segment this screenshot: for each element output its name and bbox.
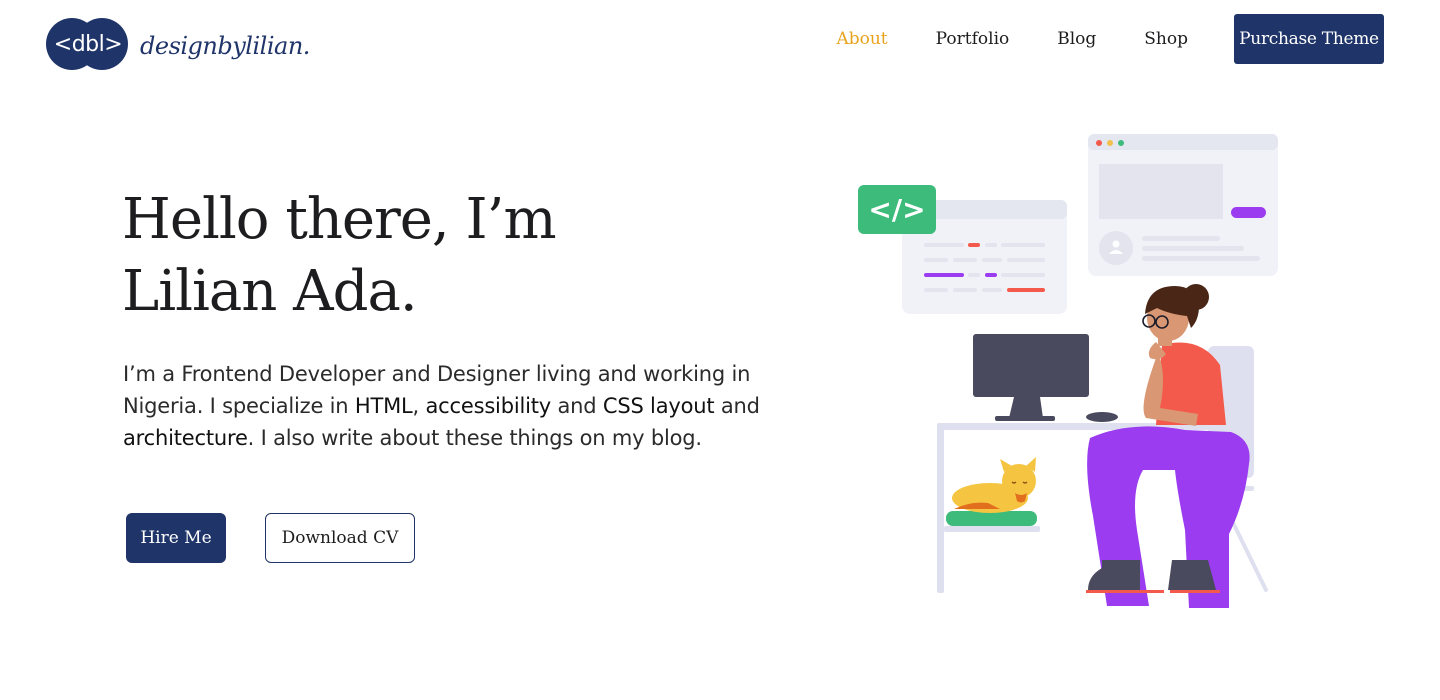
intro-highlight-architecture: architecture: [123, 426, 248, 450]
hero-title: Hello there, I’m Lilian Ada.: [122, 184, 682, 328]
intro-text-5: . I also write about these things on my …: [247, 426, 702, 450]
browser-window-illustration: [1088, 134, 1278, 276]
logo-badge: <dbl>: [46, 18, 130, 70]
brand-name: designbylilian.: [140, 32, 310, 60]
hero-intro: I’m a Frontend Developer and Designer li…: [123, 358, 763, 454]
person-illustration: [1086, 284, 1250, 608]
main-nav: About Portfolio Blog Shop Purchase Theme: [836, 14, 1384, 64]
download-cv-button[interactable]: Download CV: [265, 513, 415, 563]
intro-highlight-accessibility: accessibility: [425, 394, 552, 418]
svg-text:</>: </>: [868, 193, 925, 226]
monitor-illustration: [973, 334, 1089, 421]
brand-logo[interactable]: <dbl> designbylilian.: [46, 18, 310, 70]
cat-illustration: [946, 457, 1037, 526]
intro-text-2: ,: [412, 394, 426, 418]
hero-title-line-1: Hello there, I’m: [122, 187, 557, 252]
hero-illustration: </>: [858, 134, 1278, 608]
nav-item-portfolio[interactable]: Portfolio: [936, 29, 1010, 49]
intro-text-4: and: [714, 394, 760, 418]
nav-item-about[interactable]: About: [836, 29, 887, 49]
nav-item-shop[interactable]: Shop: [1144, 29, 1188, 49]
site-header: <dbl> designbylilian. About Portfolio Bl…: [0, 0, 1440, 80]
logo-mark: <dbl>: [53, 31, 123, 57]
purchase-theme-button[interactable]: Purchase Theme: [1234, 14, 1384, 64]
code-icon: </>: [858, 185, 936, 234]
hero-title-line-2: Lilian Ada.: [122, 259, 418, 324]
intro-highlight-css-layout: CSS layout: [602, 394, 715, 418]
intro-highlight-html: HTML: [354, 394, 413, 418]
hire-me-button[interactable]: Hire Me: [126, 513, 226, 563]
intro-text-3: and: [551, 394, 603, 418]
nav-item-blog[interactable]: Blog: [1057, 29, 1096, 49]
